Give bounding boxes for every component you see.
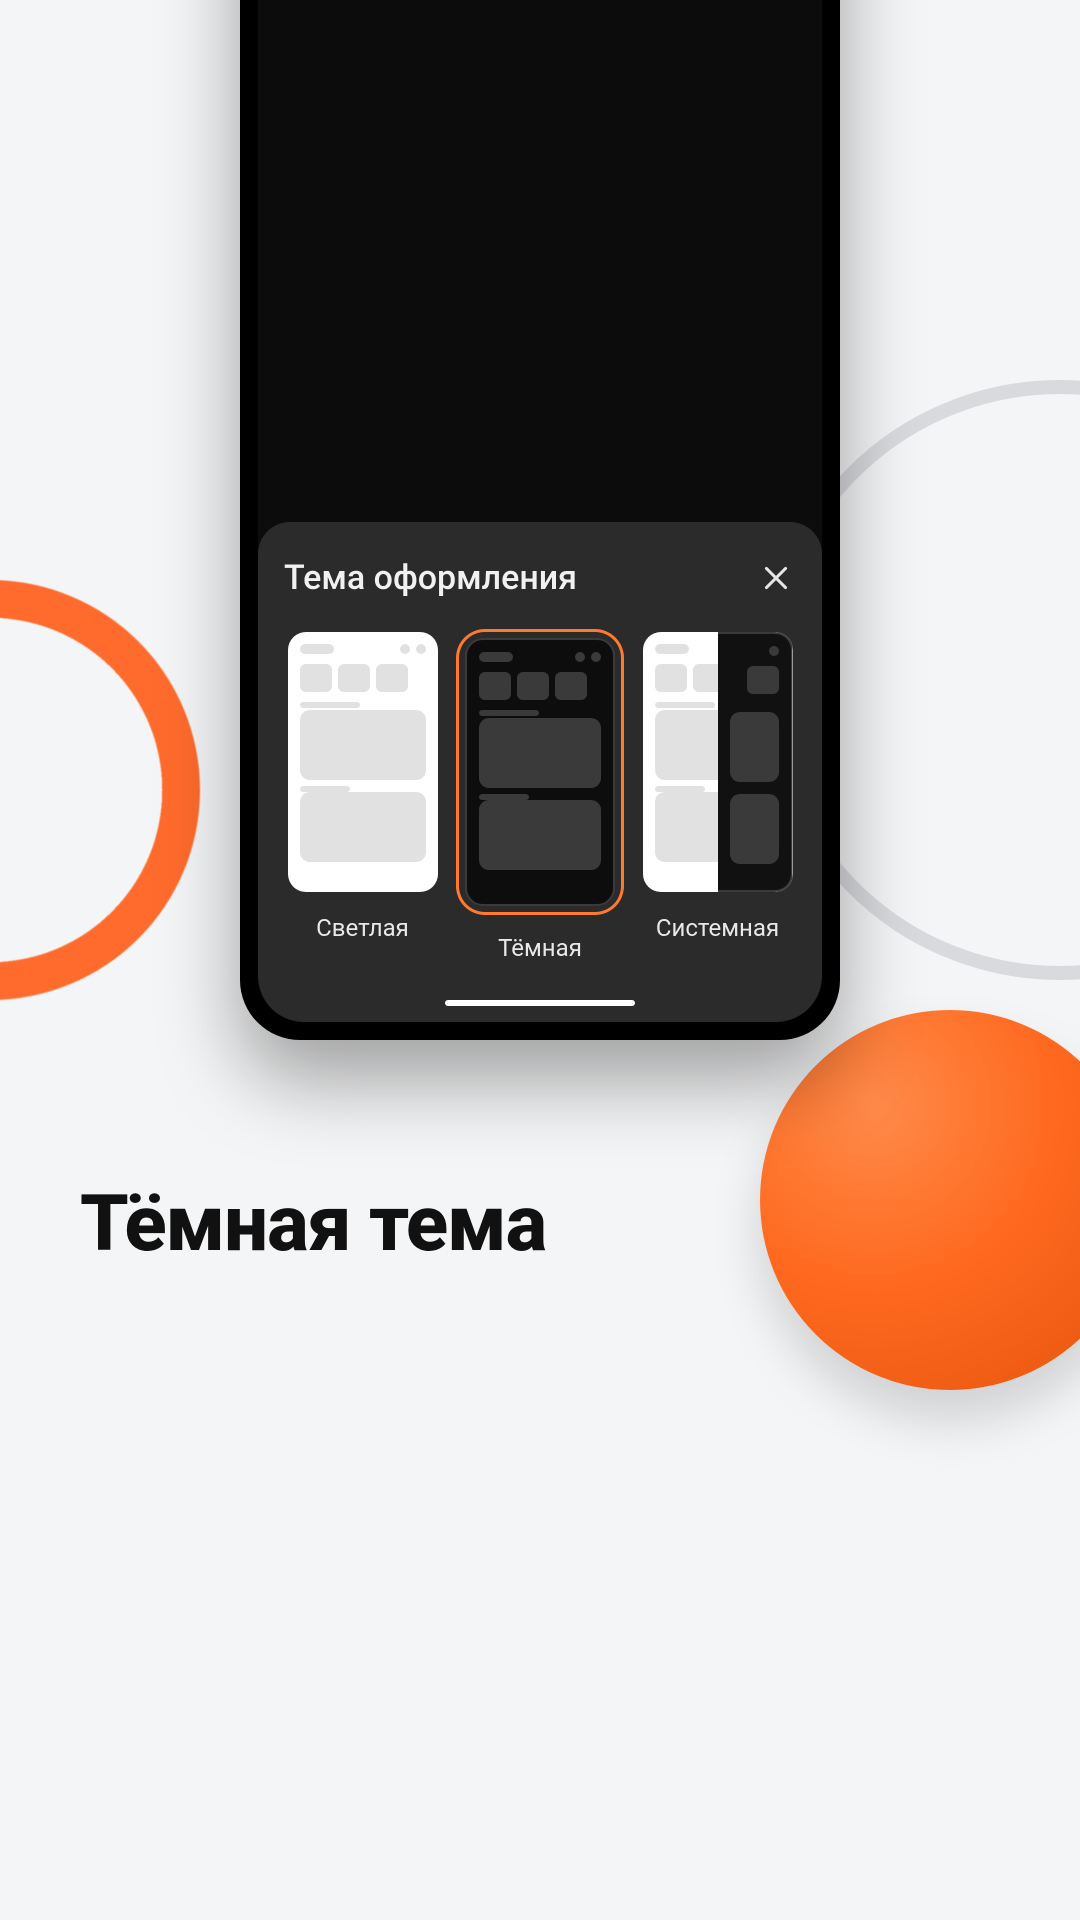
promo-headline: Тёмная тема <box>80 1179 546 1270</box>
home-indicator[interactable] <box>445 1000 635 1006</box>
decor-ball-orange <box>760 1010 1080 1390</box>
theme-option-system[interactable]: Системная <box>639 632 796 962</box>
theme-option-label: Светлая <box>316 914 409 942</box>
close-button[interactable] <box>756 558 796 598</box>
theme-bottom-sheet: Тема оформления Светлая <box>258 522 822 1022</box>
phone-screen: Тема оформления Тёмная Тема оформления <box>258 0 822 1022</box>
phone-mockup: Тема оформления Тёмная Тема оформления <box>240 0 840 1040</box>
preview-system <box>643 632 793 892</box>
preview-light <box>288 632 438 892</box>
sheet-title: Тема оформления <box>284 558 577 598</box>
theme-options: Светлая Тёмная <box>284 632 796 962</box>
decor-ring-orange <box>0 580 200 1000</box>
theme-option-light[interactable]: Светлая <box>284 632 441 962</box>
theme-option-label: Системная <box>656 914 779 942</box>
theme-option-label: Тёмная <box>498 934 582 962</box>
preview-dark <box>465 638 615 906</box>
theme-option-dark[interactable]: Тёмная <box>459 632 621 962</box>
